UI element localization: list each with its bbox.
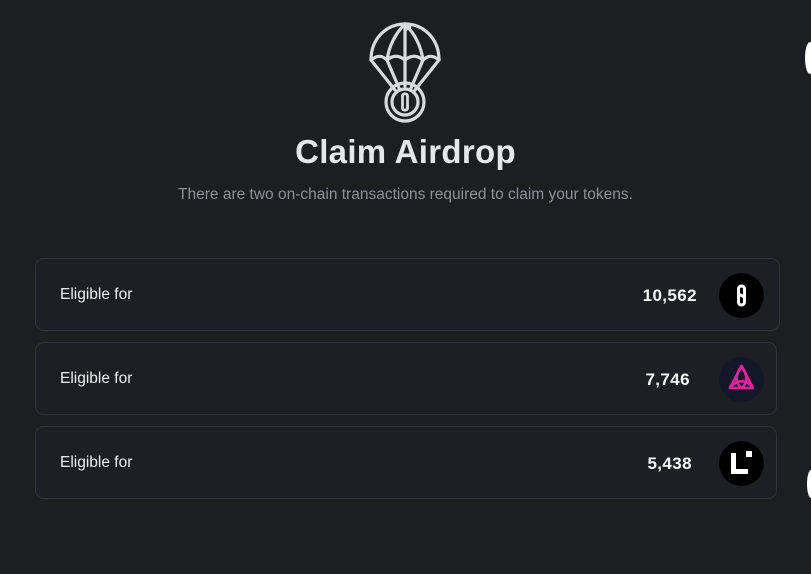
eligible-label: Eligible for	[60, 370, 133, 387]
edge-decoration-icon	[807, 470, 811, 498]
allocation-row-3[interactable]: Eligible for 5,438	[35, 426, 777, 499]
infinity-chain-token-icon	[719, 273, 764, 318]
edge-decoration-icon	[805, 42, 811, 74]
eligible-amount: 7,746	[645, 370, 690, 389]
eligible-amount: 5,438	[647, 454, 692, 473]
page-title: Claim Airdrop	[295, 133, 516, 170]
eligible-label: Eligible for	[60, 454, 133, 471]
page-subtitle: There are two on-chain transactions requ…	[178, 186, 633, 203]
allocation-row-1[interactable]: Eligible for 10,562	[35, 258, 780, 331]
eligible-amount: 10,562	[642, 286, 697, 305]
eligible-label: Eligible for	[60, 286, 133, 303]
allocation-row-2[interactable]: Eligible for 7,746	[35, 342, 777, 415]
parachute-token-icon	[369, 22, 441, 123]
l-dot-token-icon	[719, 441, 764, 486]
pink-triad-token-icon	[719, 357, 764, 402]
allocation-list: Eligible for 10,562 Eligible for 7,746 E…	[35, 258, 780, 510]
claim-airdrop-page: Claim Airdrop There are two on-chain tra…	[0, 0, 811, 574]
